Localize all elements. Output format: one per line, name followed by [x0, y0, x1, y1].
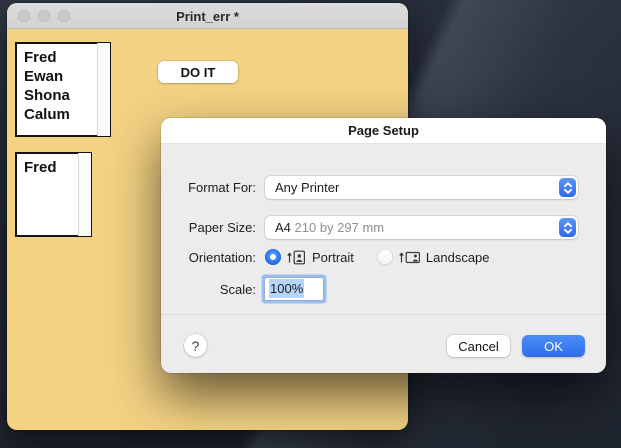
ok-button[interactable]: OK [522, 335, 585, 357]
landscape-orientation-icon [399, 250, 421, 265]
dialog-title: Page Setup [161, 118, 606, 144]
format-for-label: Format For: [161, 180, 256, 195]
scale-input[interactable]: 100% [265, 278, 323, 300]
portrait-label[interactable]: Portrait [312, 250, 354, 265]
paper-size-value: A4 [275, 220, 291, 235]
format-for-value: Any Printer [275, 180, 339, 195]
landscape-label[interactable]: Landscape [426, 250, 490, 265]
portrait-radio[interactable] [265, 249, 281, 265]
chevron-up-down-icon [559, 218, 576, 237]
orientation-radio-group: Portrait Landscape [265, 248, 490, 266]
paper-size-label: Paper Size: [161, 220, 256, 235]
footer-divider [161, 314, 606, 315]
scale-label: Scale: [161, 282, 256, 297]
scrollbar[interactable] [78, 153, 91, 236]
portrait-orientation-icon [287, 250, 307, 265]
paper-size-popup[interactable]: A4 210 by 297 mm [265, 216, 578, 239]
landscape-radio[interactable] [377, 249, 393, 265]
scale-value: 100% [269, 279, 304, 298]
names-list-items: Fred Ewan Shona Calum [17, 44, 109, 124]
help-button[interactable]: ? [184, 334, 207, 357]
do-it-button[interactable]: DO IT [158, 61, 238, 83]
format-for-popup[interactable]: Any Printer [265, 176, 578, 199]
orientation-label: Orientation: [161, 250, 256, 265]
names-listbox[interactable]: Fred Ewan Shona Calum [15, 42, 111, 137]
selected-listbox[interactable]: Fred [15, 152, 92, 237]
paper-size-detail: 210 by 297 mm [291, 220, 384, 235]
chevron-up-down-icon [559, 178, 576, 197]
window-title: Print_err * [7, 3, 408, 29]
scrollbar[interactable] [97, 43, 110, 136]
page-setup-dialog: Page Setup Format For: Any Printer Paper… [161, 118, 606, 373]
cancel-button[interactable]: Cancel [447, 335, 510, 357]
main-titlebar[interactable]: Print_err * [7, 3, 408, 29]
